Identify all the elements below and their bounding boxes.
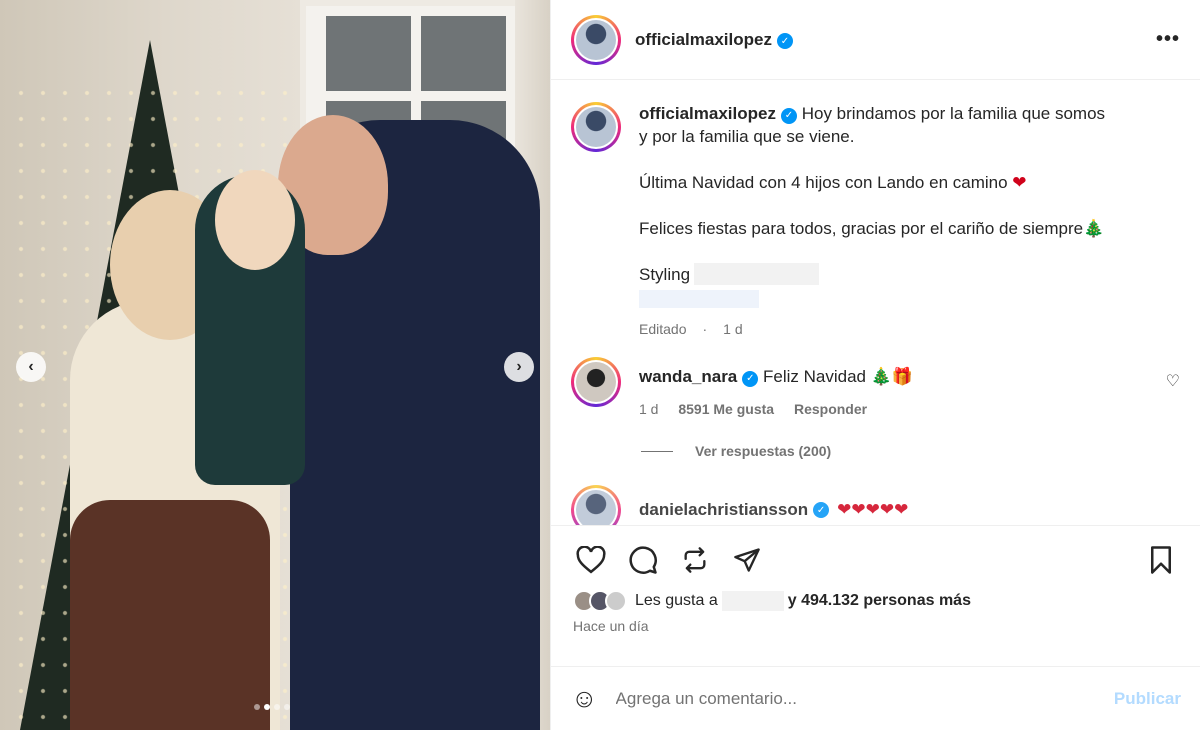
more-options-icon[interactable]: •••	[1156, 28, 1180, 51]
photo-child-head	[215, 170, 295, 270]
like-button[interactable]	[571, 542, 611, 578]
comment-item: danielachristiansson ✓ ❤❤❤❤❤	[571, 485, 1180, 525]
post-details-panel: officialmaxilopez ✓ ••• officialmaxilopez…	[550, 0, 1200, 730]
caption-line-3: Última Navidad con 4 hijos con Lando en …	[639, 173, 1008, 192]
publish-button[interactable]: Publicar	[1114, 689, 1181, 709]
heart-icon	[576, 546, 606, 574]
likes-summary[interactable]: Les gusta a y 494.132 personas más	[551, 578, 1200, 612]
commenter-avatar[interactable]	[571, 357, 621, 407]
carousel-dot[interactable]	[284, 704, 290, 710]
carousel-dot[interactable]	[254, 704, 260, 710]
comment-time: 1 d	[639, 401, 659, 417]
view-replies-button[interactable]: Ver respuestas (200)	[641, 443, 1180, 459]
author-username[interactable]: officialmaxilopez ✓	[635, 30, 793, 50]
gift-emoji-icon: 🎁	[891, 367, 914, 386]
carousel-next-button[interactable]: ›	[504, 352, 534, 382]
comment-likes[interactable]: 8591 Me gusta	[678, 401, 774, 417]
carousel-prev-button[interactable]: ‹	[16, 352, 46, 382]
caption-meta: Editado · 1 d	[639, 321, 743, 337]
action-icons	[551, 526, 1200, 578]
save-button[interactable]	[1141, 542, 1181, 578]
comment-composer: ☺ Publicar	[551, 666, 1200, 730]
repost-button[interactable]	[675, 542, 715, 578]
verified-badge-icon: ✓	[780, 107, 797, 124]
comment-button[interactable]	[623, 542, 663, 578]
commenter-username[interactable]: danielachristiansson	[639, 500, 808, 520]
caption-line-2: y por la familia que se viene.	[639, 127, 855, 146]
heart-icon[interactable]: ♡	[1166, 371, 1180, 391]
christmas-tree-emoji-icon: 🎄	[1083, 219, 1105, 238]
emoji-icon[interactable]: ☺	[571, 683, 598, 714]
redacted-mention	[694, 263, 820, 285]
caption-line-1: Hoy brindamos por la familia que somos	[801, 104, 1106, 123]
commenter-username[interactable]: wanda_nara	[639, 367, 737, 386]
repost-icon	[684, 547, 706, 573]
comment-item: wanda_nara ✓ Feliz Navidad 🎄🎁 1 d 8591 Me…	[571, 357, 1180, 421]
chevron-right-icon: ›	[516, 358, 522, 375]
carousel-dot[interactable]	[264, 704, 270, 710]
styling-label: Styling	[639, 265, 691, 284]
likes-count[interactable]: y 494.132 personas más	[788, 592, 971, 610]
carousel-dot[interactable]	[274, 704, 280, 710]
post-photo: ‹ ›	[0, 0, 550, 730]
post-header: officialmaxilopez ✓ •••	[551, 0, 1200, 80]
share-button[interactable]	[727, 542, 767, 578]
likes-prefix: Les gusta a	[635, 592, 718, 609]
reply-button[interactable]: Responder	[794, 401, 867, 417]
post-time: Hace un día	[573, 618, 649, 634]
liker-avatars	[573, 590, 627, 612]
comment-body: wanda_nara ✓ Feliz Navidad 🎄🎁 1 d 8591 Me…	[639, 365, 913, 421]
redacted-link[interactable]	[639, 290, 759, 308]
comments-section[interactable]: officialmaxilopez ✓ Hoy brindamos por la …	[551, 80, 1200, 525]
caption: officialmaxilopez ✓ Hoy brindamos por la …	[571, 102, 1180, 341]
edited-time: 1 d	[723, 321, 743, 337]
comment-input[interactable]	[615, 688, 1114, 709]
commenter-avatar[interactable]	[571, 485, 621, 525]
post-actions: Les gusta a y 494.132 personas más Hace …	[551, 525, 1200, 730]
comment-meta: 1 d 8591 Me gusta Responder	[639, 398, 913, 421]
photo-woman-skirt	[70, 500, 270, 730]
bookmark-icon	[1151, 546, 1171, 574]
verified-badge-icon: ✓	[776, 33, 793, 49]
comment-bubble-icon	[629, 546, 657, 574]
chevron-left-icon: ‹	[28, 358, 34, 375]
caption-line-4: Felices fiestas para todos, gracias por …	[639, 219, 1084, 238]
verified-badge-icon: ✓	[813, 502, 830, 518]
caption-text: officialmaxilopez ✓ Hoy brindamos por la …	[639, 102, 1105, 341]
comment-text: Feliz Navidad	[763, 367, 866, 386]
author-avatar[interactable]	[571, 14, 621, 65]
paper-plane-icon	[734, 548, 760, 572]
heart-emoji-icon: ❤	[1012, 173, 1027, 192]
heart-emoji-icon: ❤❤❤❤❤	[837, 500, 909, 519]
verified-badge-icon: ✓	[742, 370, 759, 387]
caption-username[interactable]: officialmaxilopez	[639, 104, 776, 123]
christmas-tree-emoji-icon: 🎄	[870, 367, 892, 386]
edited-label: Editado	[639, 321, 687, 337]
redacted-liker	[721, 591, 784, 611]
caption-avatar[interactable]	[571, 102, 621, 152]
carousel-indicator	[254, 704, 290, 710]
